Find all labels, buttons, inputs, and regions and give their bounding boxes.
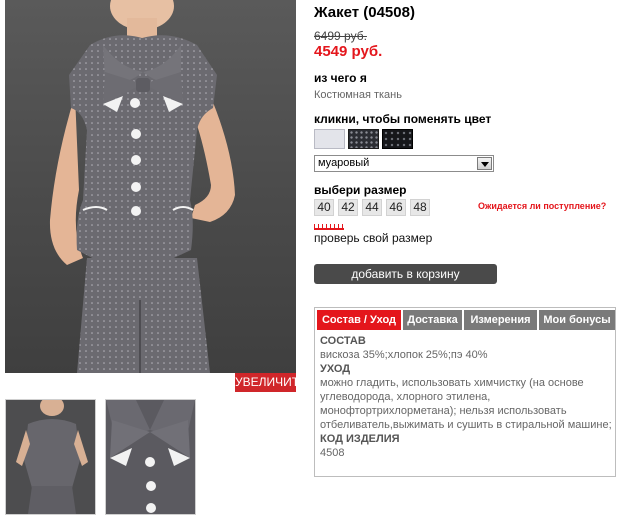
color-select[interactable]: муаровый [314,155,494,172]
composition-heading: СОСТАВ [320,335,366,347]
color-select-value: муаровый [318,157,370,169]
ruler-icon [314,224,344,230]
size-heading: выбери размер [314,183,407,197]
product-main-photo[interactable] [5,0,296,373]
size-option[interactable]: 40 [314,199,334,216]
thumbnail-back-view-image [6,400,95,514]
size-option[interactable]: 44 [362,199,382,216]
new-price: 4549 руб. [314,43,383,60]
availability-link[interactable]: Ожидается ли поступление? [478,201,606,211]
thumbnail-2[interactable] [105,399,196,515]
color-swatch-dotted-gray[interactable] [348,129,379,149]
tab-delivery[interactable]: Доставка [403,310,462,330]
material-value: Костюмная ткань [314,89,402,101]
size-option[interactable]: 42 [338,199,358,216]
color-swatch-light[interactable] [314,129,345,149]
color-heading: кликни, чтобы поменять цвет [314,112,492,126]
material-heading: из чего я [314,71,367,85]
size-option[interactable]: 46 [386,199,406,216]
thumbnail-1[interactable] [5,399,96,515]
product-details-tabs: Состав / Уход Доставка Измерения Мои бон… [314,307,616,477]
product-title: Жакет (04508) [314,4,415,21]
zoom-button[interactable]: УВЕЛИЧИТЬ [235,373,307,392]
care-heading: УХОД [320,363,351,375]
thumbnail-bow-closeup-image [106,400,195,514]
code-heading: КОД ИЗДЕЛИЯ [320,433,400,445]
chevron-down-icon[interactable] [477,157,492,170]
tab-my-bonuses[interactable]: Мои бонусы [539,310,615,330]
code-value: 4508 [320,447,345,459]
tab-content: СОСТАВ вискоза 35%;хлопок 25%;пэ 40% УХО… [320,334,612,460]
add-to-cart-button[interactable]: добавить в корзину [314,264,497,284]
model-in-jacket-image [49,0,235,373]
composition-text: вискоза 35%;хлопок 25%;пэ 40% [320,349,488,361]
care-text: можно гладить, использовать химчистку (н… [320,377,612,431]
tab-measurements[interactable]: Измерения [464,310,537,330]
color-swatch-dotted-black[interactable] [382,129,413,149]
old-price: 6499 руб. [314,29,367,43]
tab-composition-care[interactable]: Состав / Уход [317,310,401,330]
check-size-link[interactable]: проверь свой размер [314,231,432,245]
size-option[interactable]: 48 [410,199,430,216]
